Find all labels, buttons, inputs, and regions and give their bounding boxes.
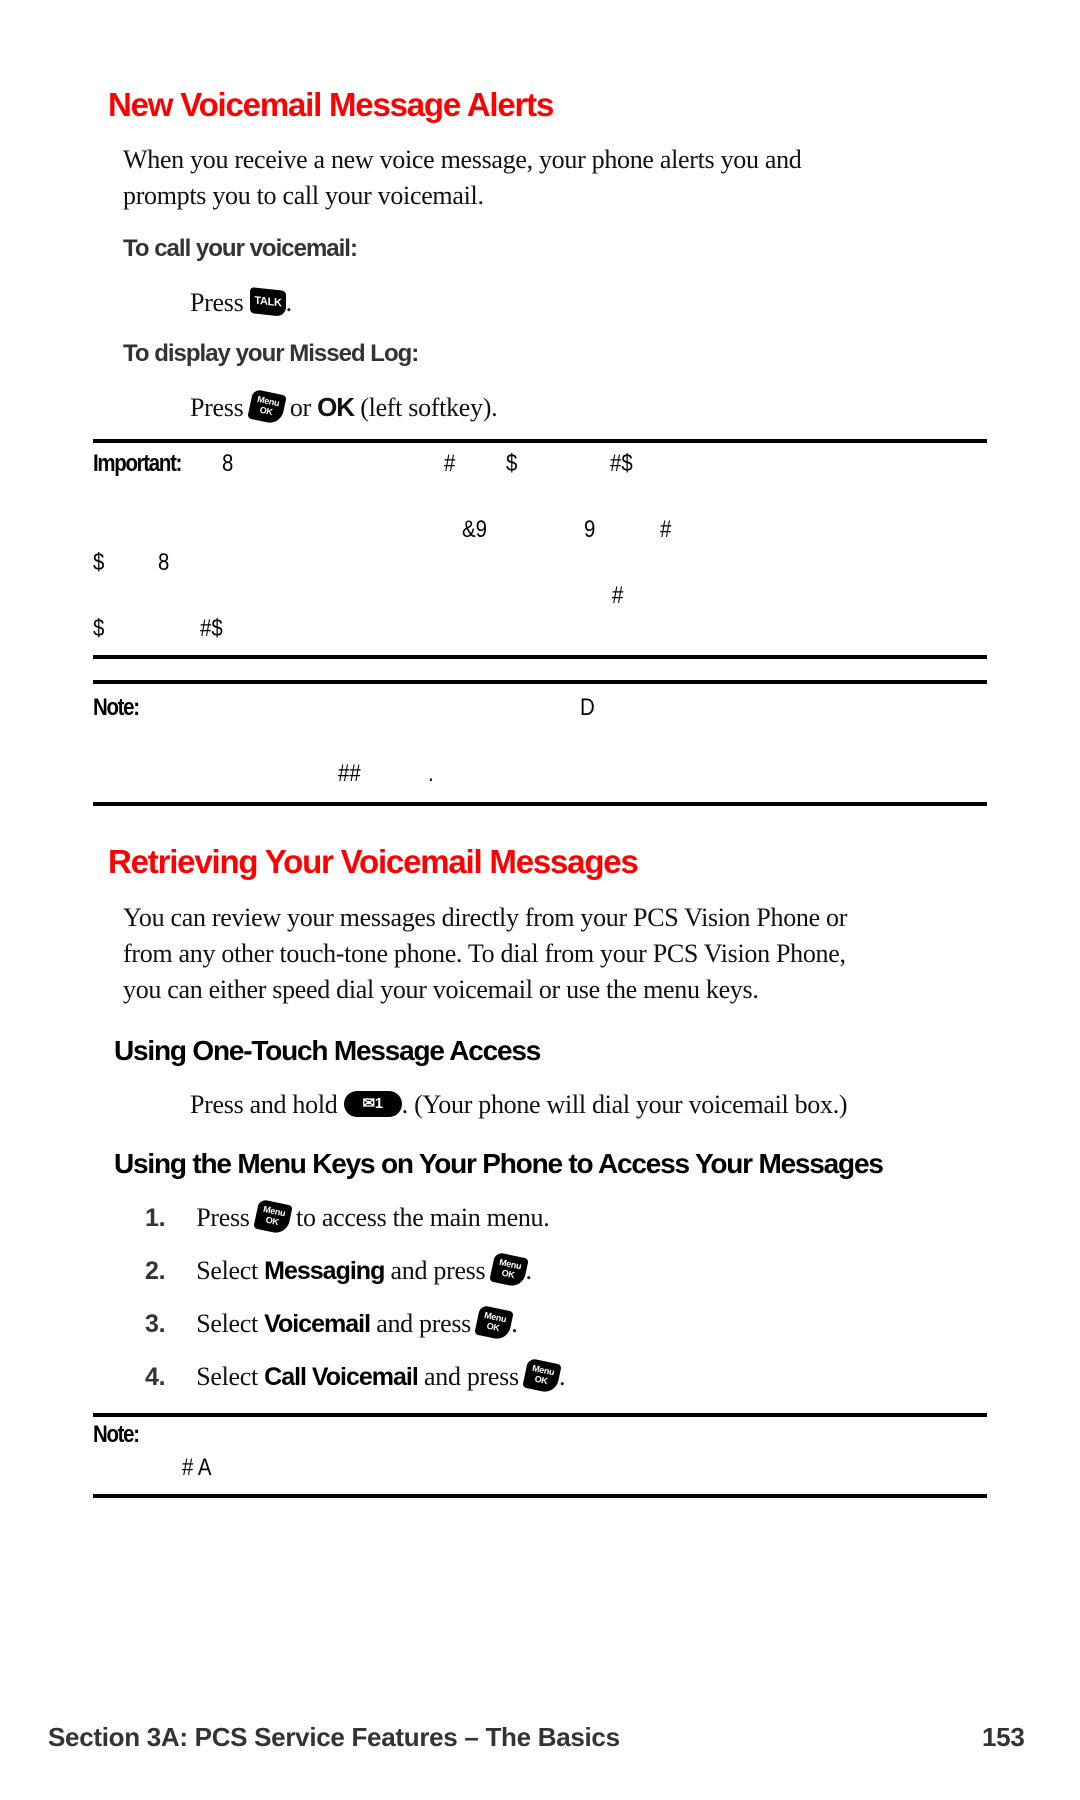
important-glyph: $ — [93, 615, 105, 642]
page-number: 153 — [982, 1722, 1025, 1752]
important-glyph: #$ — [610, 450, 633, 477]
step-number: 2. — [145, 1257, 166, 1285]
important-glyph: &9 — [462, 516, 487, 543]
menu-ok-key-icon: Menu OK — [488, 1251, 529, 1289]
or-text: or — [289, 393, 311, 422]
onetouch-heading: Using One-Touch Message Access — [114, 1035, 541, 1066]
section-heading-retrieving-voicemail: Retrieving Your Voicemail Messages — [108, 843, 639, 880]
note1-glyph: ## — [338, 760, 361, 787]
step-number: 4. — [145, 1363, 166, 1391]
press-hold-text: Press and hold — [190, 1090, 338, 1119]
press-text: Press — [190, 393, 244, 422]
important-bottom-rule — [93, 655, 987, 659]
menu-keys-heading: Using the Menu Keys on Your Phone to Acc… — [114, 1148, 884, 1179]
missed-log-instruction: Press Menu OK or OK (left softkey). — [190, 388, 498, 426]
section-heading-new-voicemail-alerts: New Voicemail Message Alerts — [108, 86, 554, 123]
step-post: and press — [424, 1362, 519, 1391]
step-pre: Select — [196, 1256, 258, 1285]
note2-label: Note: — [93, 1421, 140, 1448]
step-pre: Press — [196, 1203, 250, 1232]
voicemail-1-key-icon: ✉1 — [343, 1091, 402, 1118]
menu-option-voicemail: Voicemail — [264, 1310, 371, 1338]
step-number: 3. — [145, 1310, 166, 1338]
ok-softkey-label: OK — [317, 392, 355, 422]
intro2-text-line-2: from any other touch-tone phone. To dial… — [123, 939, 846, 968]
note2-glyph: # A — [182, 1454, 212, 1481]
period: . — [285, 288, 293, 317]
menu-ok-key-icon: Menu OK — [246, 388, 287, 426]
onetouch-instruction: Press and hold ✉1. (Your phone will dial… — [190, 1090, 848, 1120]
step-post: to access the main menu. — [296, 1203, 550, 1232]
call-voicemail-label: To call your voicemail: — [123, 235, 358, 262]
important-label: Important: — [93, 450, 182, 477]
note2-label-row: Note: — [93, 1421, 147, 1449]
note2-top-rule — [93, 1413, 987, 1417]
step-post: and press — [376, 1309, 471, 1338]
step-item: 2. Select Messaging and press Menu OK. — [145, 1251, 532, 1289]
note1-glyph: . — [428, 760, 434, 787]
menu-ok-key-icon: Menu OK — [474, 1304, 514, 1342]
important-glyph: # — [612, 582, 624, 609]
important-glyph: $ — [506, 450, 518, 477]
menu-option-messaging: Messaging — [264, 1257, 385, 1285]
important-glyph: 8 — [158, 549, 170, 576]
note1-label-row: Note: — [93, 694, 147, 722]
note1-top-rule — [93, 680, 987, 684]
menu-ok-key-icon: Menu OK — [253, 1198, 293, 1236]
important-top-rule — [93, 439, 987, 443]
step-pre: Select — [196, 1362, 258, 1391]
step-item: 1. Press Menu OK to access the main menu. — [145, 1198, 550, 1236]
menu-ok-key-icon: Menu OK — [522, 1357, 562, 1395]
step-item: 3. Select Voicemail and press Menu OK. — [145, 1304, 518, 1342]
intro-text-line-1: When you receive a new voice message, yo… — [123, 145, 802, 174]
note1-label: Note: — [93, 694, 140, 721]
important-glyph: 8 — [222, 450, 234, 477]
step-number: 1. — [145, 1204, 166, 1232]
step-post: and press — [390, 1256, 486, 1285]
important-glyph: # — [660, 516, 672, 543]
intro2-text-line-1: You can review your messages directly fr… — [123, 903, 848, 932]
note2-bottom-rule — [93, 1494, 987, 1498]
note1-glyph: D — [580, 694, 595, 721]
important-glyph: $ — [93, 549, 105, 576]
important-glyph: #$ — [200, 615, 223, 642]
important-label-row: Important: — [93, 450, 197, 478]
left-softkey-text: (left softkey). — [360, 393, 498, 422]
important-glyph: # — [444, 450, 456, 477]
missed-log-label: To display your Missed Log: — [123, 340, 419, 367]
note1-bottom-rule — [93, 802, 987, 806]
intro-text-line-2: prompts you to call your voicemail. — [123, 181, 484, 210]
menu-option-call-voicemail: Call Voicemail — [264, 1363, 419, 1391]
important-glyph: 9 — [584, 516, 596, 543]
step-item: 4. Select Call Voicemail and press Menu O… — [145, 1357, 566, 1395]
step-pre: Select — [196, 1309, 258, 1338]
call-voicemail-instruction: Press TALK. — [190, 287, 293, 318]
press-text: Press — [190, 288, 244, 317]
intro2-text-line-3: you can either speed dial your voicemail… — [123, 975, 759, 1004]
talk-key-icon: TALK — [249, 287, 286, 317]
onetouch-result-text: . (Your phone will dial your voicemail b… — [401, 1090, 848, 1119]
footer-section-title: Section 3A: PCS Service Features – The B… — [48, 1722, 620, 1752]
